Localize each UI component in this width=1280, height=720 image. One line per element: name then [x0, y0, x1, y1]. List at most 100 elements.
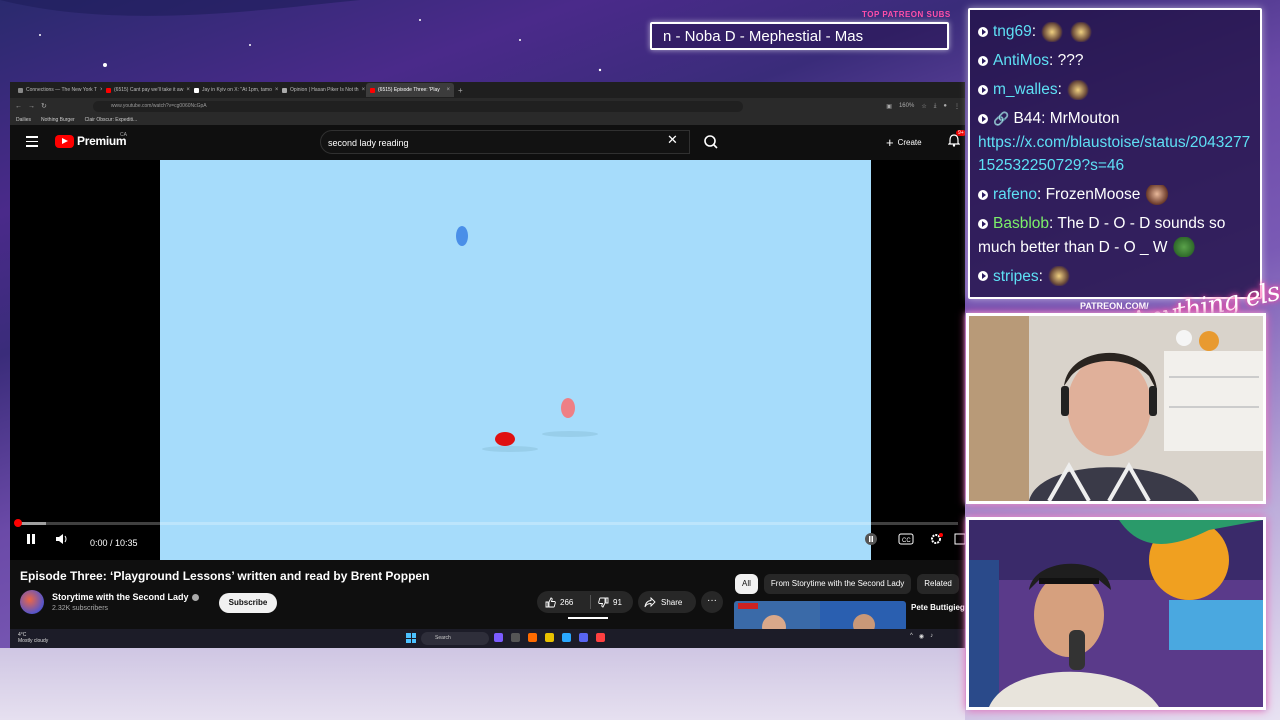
bookmark-item[interactable]: Dailies — [16, 117, 31, 123]
discord-icon[interactable] — [579, 633, 588, 642]
video-player[interactable]: 0:00 / 10:35 CC — [10, 160, 965, 560]
recommended-video-thumbnail[interactable] — [734, 601, 906, 631]
time-display: 0:00 / 10:35 — [90, 538, 138, 548]
thumbnail-image — [734, 601, 906, 631]
clear-search-icon[interactable]: ✕ — [667, 133, 678, 146]
chat-link[interactable]: https://x.com/blaustoise/status/20432771… — [978, 134, 1250, 175]
chip-from-channel[interactable]: From Storytime with the Second Lady — [763, 574, 912, 594]
chat-panel: tng69: AntiMos: ??? m_walles: 🔗 B44: MrMo… — [968, 8, 1262, 299]
tab-bar: Connections — The New York T × (6515) Cant… — [10, 82, 965, 98]
thumbs-up-icon — [545, 597, 556, 607]
channel-name[interactable]: Storytime with the Second Lady — [52, 592, 189, 602]
reload-icon[interactable]: ↻ — [41, 102, 47, 110]
chat-username[interactable]: AntiMos — [993, 52, 1049, 69]
system-tray: ^ ◉ ♪ — [910, 633, 933, 640]
ball-shadow — [542, 431, 598, 437]
progress-scrubber[interactable] — [14, 519, 22, 527]
patreon-ticker: n - Noba D - Mephestial - Mas — [650, 22, 949, 50]
chat-username[interactable]: m_walles — [993, 81, 1058, 98]
chat-username[interactable]: rafeno — [993, 186, 1037, 203]
subscriber-count: 2.32K subscribers — [52, 605, 109, 612]
chat-username[interactable]: Basblob — [993, 215, 1049, 232]
chip-all[interactable]: All — [735, 574, 758, 594]
back-icon[interactable]: ← — [15, 103, 22, 110]
chat-message: AntiMos: ??? — [978, 49, 1254, 73]
channel-name-row[interactable]: Storytime with the Second Lady — [52, 592, 199, 602]
bookmark-item[interactable]: Clair Obscur: Expediti... — [85, 117, 138, 123]
red-ball — [495, 432, 515, 446]
pause-icon[interactable] — [24, 532, 38, 546]
app-icon[interactable] — [562, 633, 571, 642]
forward-icon[interactable]: → — [28, 103, 35, 110]
share-button[interactable]: Share — [638, 591, 696, 613]
windows-start-icon[interactable] — [406, 633, 416, 643]
verified-icon — [191, 594, 199, 602]
new-tab-icon[interactable]: + — [458, 86, 463, 95]
background-floor — [0, 648, 965, 720]
taskbar-apps — [494, 633, 605, 642]
autoplay-toggle-icon[interactable] — [863, 532, 879, 546]
settings-gear-icon[interactable] — [928, 532, 944, 546]
taskbar-search[interactable]: Search — [421, 632, 489, 645]
chat-username[interactable]: stripes — [993, 268, 1039, 285]
captions-icon[interactable]: CC — [898, 532, 914, 546]
subscribe-button[interactable]: Subscribe — [219, 593, 277, 613]
dislike-count: 91 — [613, 597, 622, 607]
bookmark-item[interactable]: Nothing Burger — [41, 117, 75, 123]
chip-related[interactable]: Related — [917, 574, 959, 594]
more-actions-button[interactable]: ··· — [701, 591, 723, 613]
zoom-badge[interactable]: 160% — [899, 103, 914, 110]
browser-tab[interactable]: (6515) Cant pay we'll take it aw × — [102, 83, 190, 97]
wifi-icon[interactable]: ◉ — [919, 633, 924, 640]
tab-favicon-icon — [282, 87, 287, 93]
menu-icon[interactable]: ⋮ — [954, 103, 960, 110]
star-icon[interactable]: ☆ — [921, 103, 926, 110]
extension-icon[interactable]: ● — [943, 103, 947, 110]
progress-bar[interactable] — [14, 519, 958, 527]
channel-avatar[interactable] — [20, 590, 44, 614]
chat-username[interactable]: tng69 — [993, 23, 1032, 40]
blue-ball — [456, 226, 468, 246]
thumbs-down-icon — [598, 597, 609, 607]
download-icon[interactable]: ⤓ — [934, 103, 937, 110]
menu-hamburger-icon[interactable] — [26, 136, 38, 147]
search-input[interactable] — [328, 135, 658, 150]
tab-close-icon[interactable]: × — [362, 87, 366, 93]
app-icon[interactable] — [528, 633, 537, 642]
chat-bullet-icon — [978, 84, 988, 95]
tray-chevron-icon[interactable]: ^ — [910, 633, 913, 640]
chat-text: FrozenMoose — [1045, 186, 1141, 203]
progress-buffer — [18, 522, 47, 525]
address-bar[interactable]: www.youtube.com/watch?v=cg0060NcGpA — [92, 100, 743, 112]
recommended-video-title[interactable]: Pete Buttigieg MAGA Host C — [911, 602, 965, 614]
folder-icon[interactable] — [545, 633, 554, 642]
notification-badge: 9+ — [956, 130, 965, 136]
tab-close-icon[interactable]: × — [446, 87, 450, 93]
chat-username[interactable]: B44 — [1014, 110, 1042, 127]
search-button[interactable] — [695, 130, 727, 154]
link-icon: 🔗 — [993, 111, 1010, 126]
chrome-icon[interactable] — [596, 633, 605, 642]
volume-tray-icon[interactable]: ♪ — [930, 633, 933, 640]
browser-tab[interactable]: (6515) Episode Three: 'Play × — [366, 83, 454, 97]
notifications-button[interactable]: 9+ — [947, 130, 965, 152]
youtube-logo[interactable]: Premium CA — [55, 132, 127, 148]
volume-icon[interactable] — [54, 532, 68, 546]
browser-tab[interactable]: Opinion | Hasan Piker Is Not th × — [278, 83, 366, 97]
pointer-underline — [568, 617, 608, 619]
chat-bullet-icon — [978, 26, 988, 37]
browser-window: Connections — The New York T × (6515) Cant… — [10, 82, 965, 648]
chat-message: Basblob: The D - O - D sounds so much be… — [978, 215, 1226, 258]
tab-label: (6515) Episode Three: 'Play — [378, 87, 440, 93]
app-icon[interactable] — [511, 633, 520, 642]
weather-widget[interactable]: 4°C Mostly cloudy — [18, 632, 48, 644]
create-button[interactable]: + Create — [880, 132, 928, 152]
install-icon[interactable]: ▣ — [886, 103, 892, 110]
app-icon[interactable] — [494, 633, 503, 642]
dislike-button[interactable]: 91 — [591, 597, 622, 608]
video-frame[interactable] — [160, 160, 871, 560]
browser-tab[interactable]: Jay in Kyiv on X: "At 1pm, tamo × — [190, 83, 278, 97]
like-button[interactable]: 266 — [537, 595, 591, 609]
browser-tab[interactable]: Connections — The New York T × — [14, 83, 102, 97]
miniplayer-toggle-icon[interactable] — [954, 532, 965, 546]
